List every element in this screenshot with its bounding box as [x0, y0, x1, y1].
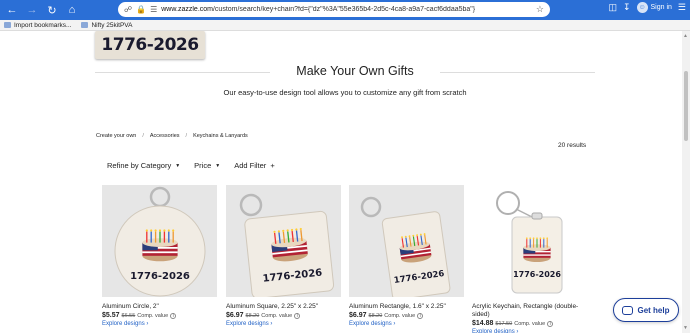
- filter-label: Refine by Category: [107, 161, 172, 170]
- product-price: $6.97: [226, 312, 244, 319]
- product-price-row: $14.88 $17.50 Comp. value i: [472, 320, 587, 327]
- scroll-up-icon[interactable]: ▲: [683, 33, 688, 39]
- product-price-row: $6.97 $8.20 Comp. value i: [349, 312, 464, 319]
- svg-text:1776-2026: 1776-2026: [513, 270, 561, 279]
- hero-image-text: 1776-2026: [101, 35, 199, 55]
- bookmark-item-nifty[interactable]: Nifty 25kitPVA: [81, 21, 133, 29]
- product-original-price: $8.20: [368, 313, 383, 319]
- product-name[interactable]: Aluminum Rectangle, 1.6" x 2.25": [349, 303, 464, 311]
- breadcrumb-keychains[interactable]: Keychains & Lanyards: [193, 133, 248, 139]
- explore-label: Explore designs: [472, 329, 515, 333]
- page-content: 1776-2026 Make Your Own Gifts Our easy-t…: [0, 31, 682, 333]
- url-path: /custom/search/key+chain?fd={"dz"%3A"55e…: [212, 6, 476, 13]
- section-title: Make Your Own Gifts: [296, 64, 414, 78]
- folder-icon: [81, 22, 89, 28]
- bookmark-label: Import bookmarks...: [14, 21, 72, 29]
- product-name[interactable]: Acrylic Keychain, Rectangle (double-side…: [472, 303, 587, 319]
- download-icon[interactable]: ↧: [623, 2, 631, 13]
- address-bar[interactable]: ☍ 🔒 ☰ www.zazzle.com/custom/search/key+c…: [118, 2, 550, 17]
- product-price: $14.88: [472, 320, 494, 327]
- product-image[interactable]: 1776-2026: [472, 185, 587, 297]
- import-icon: [4, 22, 11, 28]
- bookmark-star-icon[interactable]: ☆: [536, 4, 544, 15]
- browser-toolbar: ← → ↻ ⌂ ☍ 🔒 ☰ www.zazzle.com/custom/sear…: [0, 0, 690, 20]
- menu-icon[interactable]: ☰: [678, 2, 686, 13]
- section-subtitle: Our easy-to-use design tool allows you t…: [223, 88, 467, 97]
- product-image[interactable]: 1776-2026: [349, 185, 464, 297]
- chat-bubble-icon: [622, 305, 634, 315]
- info-icon[interactable]: i: [547, 321, 554, 327]
- refine-category-dropdown[interactable]: Refine by Category ▼: [107, 161, 180, 170]
- product-card[interactable]: 1776-2026 Aluminum Square, 2.25" x 2.25"…: [226, 185, 341, 327]
- product-name[interactable]: Aluminum Circle, 2": [102, 303, 217, 311]
- url-text[interactable]: www.zazzle.com/custom/search/key+chain?f…: [161, 6, 536, 13]
- back-icon[interactable]: ←: [4, 2, 20, 18]
- bookmark-label: Nifty 25kitPVA: [91, 21, 133, 29]
- bookmark-item-import[interactable]: Import bookmarks...: [4, 22, 71, 29]
- info-icon[interactable]: i: [294, 313, 301, 319]
- lock-icon: 🔒: [136, 5, 147, 14]
- breadcrumb-separator: /: [185, 133, 188, 139]
- caret-down-icon: ▼: [175, 162, 181, 169]
- hero-product-image[interactable]: 1776-2026: [95, 31, 205, 59]
- product-price: $6.97: [349, 312, 367, 319]
- shield-icon: ☍: [124, 5, 133, 14]
- comp-value-label: Comp. value: [384, 313, 416, 319]
- product-original-price: $8.20: [245, 313, 260, 319]
- product-price: $5.57: [102, 312, 120, 319]
- price-dropdown[interactable]: Price ▼: [194, 161, 220, 170]
- scrollbar-thumb[interactable]: [684, 71, 688, 141]
- url-domain: www.zazzle.com: [161, 6, 213, 13]
- product-name[interactable]: Aluminum Square, 2.25" x 2.25": [226, 303, 341, 311]
- bookmarks-bar: Import bookmarks... Nifty 25kitPVA: [0, 20, 690, 31]
- forward-icon[interactable]: →: [24, 2, 40, 18]
- product-image[interactable]: 1776-2026: [102, 185, 217, 297]
- breadcrumb-accessories[interactable]: Accessories: [150, 133, 180, 139]
- product-original-price: $6.55: [121, 313, 136, 319]
- filter-label: Add Filter: [234, 161, 267, 170]
- explore-designs-link[interactable]: Explore designs ›: [102, 321, 217, 327]
- filter-label: Price: [194, 161, 212, 170]
- divider: [440, 72, 595, 73]
- scroll-down-icon[interactable]: ▼: [683, 325, 688, 331]
- filter-bar: Refine by Category ▼ Price ▼ Add Filter +: [107, 161, 275, 170]
- results-count: 20 results: [558, 142, 587, 149]
- product-image[interactable]: 1776-2026: [226, 185, 341, 297]
- account-icon: ☺: [636, 2, 648, 13]
- product-price-row: $5.57 $6.55 Comp. value i: [102, 312, 217, 319]
- breadcrumb-create-your-own[interactable]: Create your own: [96, 133, 136, 139]
- sign-in-label: Sign in: [650, 4, 672, 11]
- reload-icon[interactable]: ↻: [44, 2, 60, 18]
- plus-icon: +: [270, 161, 275, 170]
- sign-in-button[interactable]: ☺ Sign in: [636, 2, 672, 13]
- get-help-label: Get help: [637, 305, 670, 315]
- site-settings-icon[interactable]: ☰: [150, 5, 157, 14]
- breadcrumb: Create your own / Accessories / Keychain…: [96, 133, 248, 139]
- explore-label: Explore designs: [226, 321, 269, 327]
- breadcrumb-separator: /: [142, 133, 144, 139]
- get-help-button[interactable]: Get help: [613, 298, 679, 322]
- scrollbar[interactable]: ▲ ▼: [682, 31, 690, 333]
- comp-value-label: Comp. value: [514, 321, 546, 327]
- divider: [95, 72, 270, 73]
- product-card[interactable]: 1776-2026 Aluminum Circle, 2" $5.57 $6.5…: [102, 185, 217, 327]
- product-original-price: $17.50: [495, 321, 513, 327]
- pocket-icon[interactable]: ◫: [608, 2, 617, 13]
- product-card[interactable]: 1776-2026 Aluminum Rectangle, 1.6" x 2.2…: [349, 185, 464, 327]
- home-icon[interactable]: ⌂: [64, 2, 80, 18]
- comp-value-label: Comp. value: [137, 313, 169, 319]
- svg-text:1776-2026: 1776-2026: [130, 271, 190, 282]
- explore-label: Explore designs: [349, 321, 392, 327]
- caret-down-icon: ▼: [215, 162, 221, 169]
- comp-value-label: Comp. value: [261, 313, 293, 319]
- explore-designs-link[interactable]: Explore designs ›: [472, 329, 587, 333]
- explore-designs-link[interactable]: Explore designs ›: [226, 321, 341, 327]
- info-icon[interactable]: i: [417, 313, 424, 319]
- product-card[interactable]: 1776-2026 Acrylic Keychain, Rectangle (d…: [472, 185, 587, 333]
- product-price-row: $6.97 $8.20 Comp. value i: [226, 312, 341, 319]
- explore-designs-link[interactable]: Explore designs ›: [349, 321, 464, 327]
- add-filter-button[interactable]: Add Filter +: [234, 161, 275, 170]
- info-icon[interactable]: i: [170, 313, 177, 319]
- explore-label: Explore designs: [102, 321, 145, 327]
